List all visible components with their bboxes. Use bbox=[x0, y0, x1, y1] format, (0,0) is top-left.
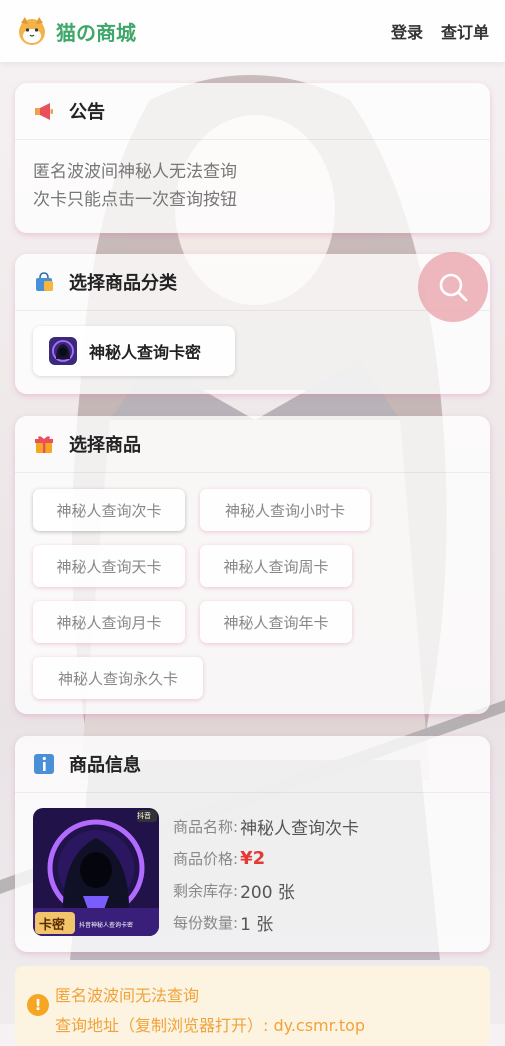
megaphone-icon bbox=[35, 103, 53, 120]
product-option-times-card[interactable]: 神秘人查询次卡 bbox=[33, 489, 185, 531]
product-name-label: 商品名称: bbox=[173, 817, 239, 836]
product-info-title: 商品信息 bbox=[69, 755, 141, 776]
gift-icon bbox=[35, 436, 53, 453]
hooded-figure-icon bbox=[49, 337, 77, 365]
product-quantity-value: 1 张 bbox=[240, 914, 274, 935]
product-name-value: 神秘人查询次卡 bbox=[240, 818, 360, 839]
notice-text: 匿名波波间神秘人无法查询 次卡只能点击一次查询按钮 bbox=[15, 140, 490, 226]
shopping-bag-icon bbox=[36, 272, 53, 291]
product-quantity-row: 每份数量: 1 张 bbox=[173, 906, 359, 938]
products-title: 选择商品 bbox=[69, 435, 141, 456]
product-info-card: 商品信息 卡密 抖音 抖音神秘人查询卡密 商品名称: 神秘人查询次卡 商品价格:… bbox=[15, 736, 490, 952]
product-option-month-card[interactable]: 神秘人查询月卡 bbox=[33, 601, 185, 643]
category-chip-mystery-card[interactable]: 神秘人查询卡密 bbox=[33, 326, 235, 376]
login-link[interactable]: 登录 bbox=[391, 19, 423, 43]
notice-line: 次卡只能点击一次查询按钮 bbox=[33, 190, 237, 210]
product-option-year-card[interactable]: 神秘人查询年卡 bbox=[200, 601, 352, 643]
product-option-week-card[interactable]: 神秘人查询周卡 bbox=[200, 545, 352, 587]
product-image-corner: 抖音 bbox=[137, 812, 151, 820]
product-price-value: ¥2 bbox=[240, 847, 266, 869]
product-option-permanent-card[interactable]: 神秘人查询永久卡 bbox=[33, 657, 203, 699]
products-card: 选择商品 神秘人查询次卡 神秘人查询小时卡 神秘人查询天卡 神秘人查询周卡 神秘… bbox=[15, 416, 490, 714]
product-image-caption: 抖音神秘人查询卡密 bbox=[79, 922, 134, 929]
notice-line: 匿名波波间神秘人无法查询 bbox=[33, 162, 237, 182]
category-title: 选择商品分类 bbox=[69, 273, 177, 294]
product-stock-value: 200 张 bbox=[240, 882, 295, 903]
product-name-row: 商品名称: 神秘人查询次卡 bbox=[173, 810, 359, 842]
check-order-link[interactable]: 查订单 bbox=[441, 19, 489, 43]
cat-logo-icon[interactable] bbox=[16, 15, 48, 47]
category-card: 选择商品分类 神秘人查询卡密 bbox=[15, 254, 490, 394]
category-chip-label: 神秘人查询卡密 bbox=[89, 343, 202, 362]
warning-icon: ! bbox=[27, 994, 49, 1016]
product-option-day-card[interactable]: 神秘人查询天卡 bbox=[33, 545, 185, 587]
products-header: 选择商品 bbox=[15, 416, 490, 473]
search-button[interactable] bbox=[418, 252, 488, 322]
notice-header: 公告 bbox=[15, 83, 490, 140]
bottom-notice-address[interactable]: 查询地址（复制浏览器打开）: dy.csmr.top bbox=[55, 1012, 365, 1036]
product-option-hour-card[interactable]: 神秘人查询小时卡 bbox=[200, 489, 370, 531]
search-icon bbox=[439, 273, 468, 302]
info-icon bbox=[34, 754, 54, 774]
product-details: 商品名称: 神秘人查询次卡 商品价格: ¥2 剩余库存: 200 张 每份数量:… bbox=[173, 810, 359, 938]
product-image: 卡密 抖音 抖音神秘人查询卡密 bbox=[33, 808, 159, 936]
product-info-header: 商品信息 bbox=[15, 736, 490, 793]
bottom-notice-line: 匿名波波间无法查询 bbox=[55, 986, 200, 1005]
product-price-label: 商品价格: bbox=[173, 849, 239, 868]
notice-card: 公告 匿名波波间神秘人无法查询 次卡只能点击一次查询按钮 bbox=[15, 83, 490, 233]
brand-name[interactable]: 猫の商城 bbox=[56, 17, 136, 46]
product-quantity-label: 每份数量: bbox=[173, 913, 239, 932]
top-navigation-bar: 猫の商城 登录 查订单 bbox=[0, 0, 505, 62]
bottom-notice: ! 匿名波波间无法查询 查询地址（复制浏览器打开）: dy.csmr.top bbox=[15, 966, 490, 1046]
header-nav: 登录 查订单 bbox=[391, 19, 489, 43]
product-stock-label: 剩余库存: bbox=[173, 881, 239, 900]
product-price-row: 商品价格: ¥2 bbox=[173, 842, 359, 874]
notice-title: 公告 bbox=[69, 102, 105, 123]
product-image-badge: 卡密 bbox=[39, 918, 66, 933]
product-stock-row: 剩余库存: 200 张 bbox=[173, 874, 359, 906]
